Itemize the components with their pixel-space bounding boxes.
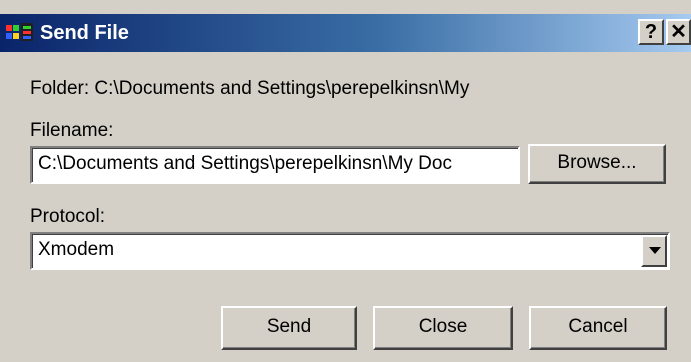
protocol-selected-value: Xmodem <box>38 239 115 260</box>
help-button[interactable]: ? <box>638 19 664 45</box>
close-window-button[interactable]: ✕ <box>666 19 691 45</box>
send-button[interactable]: Send <box>221 306 357 350</box>
filename-input[interactable]: C:\Documents and Settings\perepelkinsn\M… <box>30 146 520 184</box>
cancel-button[interactable]: Cancel <box>529 306 667 350</box>
dropdown-arrow-button[interactable] <box>641 235 667 267</box>
app-icon <box>6 23 34 43</box>
protocol-select[interactable]: Xmodem <box>30 232 670 270</box>
send-file-dialog: Send File ? ✕ Folder: C:\Documents and S… <box>0 0 691 362</box>
title-bar[interactable]: Send File ? ✕ <box>0 14 691 52</box>
protocol-label: Protocol: <box>30 206 105 227</box>
browse-button[interactable]: Browse... <box>528 144 666 184</box>
folder-row: Folder: C:\Documents and Settings\perepe… <box>30 78 469 100</box>
filename-label: Filename: <box>30 120 114 141</box>
close-button[interactable]: Close <box>373 306 513 350</box>
folder-label: Folder: <box>30 78 90 99</box>
folder-path: C:\Documents and Settings\perepelkinsn\M… <box>94 78 470 99</box>
window-title: Send File <box>40 22 129 44</box>
chevron-down-icon <box>649 247 661 254</box>
